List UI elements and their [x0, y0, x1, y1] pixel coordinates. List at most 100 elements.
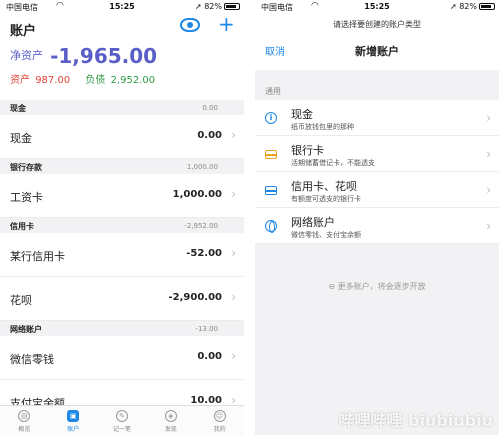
page-title: 账户: [10, 24, 37, 39]
hint-text: 请选择要创建的账户类型: [333, 20, 421, 29]
battery-icon: [479, 3, 495, 10]
compass-icon: ◈: [164, 410, 177, 422]
group-name: 现金: [10, 104, 26, 113]
globe-icon: [265, 220, 277, 233]
location-icon: ➚: [194, 2, 202, 11]
type-item-online[interactable]: 网络账户 微信零钱、支付宝余额 ›: [255, 208, 499, 244]
chevron-right-icon: ›: [231, 246, 236, 260]
accounts-screen: 中国电信 ◠ 15:25 ➚ 82% 账户 + 净资产 -1,965.00 资产…: [0, 0, 244, 435]
chevron-right-icon: ›: [231, 128, 236, 142]
group-name: 网络账户: [10, 325, 42, 334]
tab-label: 我的: [213, 426, 226, 433]
type-item-bank-card[interactable]: 银行卡 活期储蓄借记卡，不能透支 ›: [255, 136, 499, 172]
liability-label: 负债: [85, 75, 106, 86]
new-account-screen: 中国电信 ◠ 15:25 ➚ 82% 请选择要创建的账户类型 取消 新增账户 通…: [255, 0, 499, 435]
chevron-right-icon: ›: [231, 290, 236, 304]
credit-card-icon: [265, 186, 277, 195]
type-item-credit[interactable]: 信用卡、花呗 有额度可透支的银行卡 ›: [255, 172, 499, 208]
battery-percent: 82%: [204, 2, 222, 11]
account-name: 工资卡: [10, 191, 43, 204]
type-desc: 微信零钱、支付宝余额: [291, 231, 361, 239]
bank-card-icon: [265, 150, 277, 159]
account-type-list: i 现金 纸币放钱包里的那种 › 银行卡 活期储蓄借记卡，不能透支 › 信用卡、…: [255, 100, 499, 244]
more-accounts-note: ⊖ 更多账户，将会逐步开放: [255, 281, 499, 292]
info-icon: i: [265, 112, 277, 124]
group-header-cash: 现金 0.00: [0, 100, 244, 115]
account-name: 花呗: [10, 294, 32, 307]
tab-record[interactable]: ✎ 记一笔: [98, 406, 147, 435]
pen-icon: ✎: [115, 410, 128, 422]
watermark: 哔哩哔哩 biubiubiu: [338, 411, 493, 430]
user-icon: ☺: [213, 410, 226, 422]
battery-icon: [224, 3, 240, 10]
type-desc: 纸币放钱包里的那种: [291, 123, 354, 131]
group-name: 信用卡: [10, 222, 34, 231]
chevron-right-icon: ›: [486, 183, 491, 197]
account-amount: 0.00: [197, 351, 222, 362]
tab-overview[interactable]: ▤ 概览: [0, 406, 49, 435]
net-worth-value: -1,965.00: [50, 44, 158, 68]
battery-indicator: ➚ 82%: [450, 2, 495, 11]
asset-label: 资产: [10, 75, 30, 86]
tab-label: 发现: [164, 426, 177, 433]
group-header-bank: 银行存款 1,000.00: [0, 159, 244, 174]
tab-label: 概览: [18, 426, 31, 433]
type-title: 网络账户: [291, 216, 335, 229]
chevron-right-icon: ›: [231, 187, 236, 201]
account-name: 微信零钱: [10, 353, 54, 366]
account-amount: 1,000.00: [172, 189, 222, 200]
add-account-button[interactable]: +: [218, 14, 235, 34]
tab-label: 账户: [67, 426, 80, 433]
group-name: 银行存款: [10, 163, 42, 172]
chevron-right-icon: ›: [486, 111, 491, 125]
chevron-right-icon: ›: [486, 219, 491, 233]
net-worth: 净资产 -1,965.00: [10, 44, 157, 68]
tab-me[interactable]: ☺ 我的: [195, 406, 244, 435]
account-amount: -52.00: [186, 248, 222, 259]
type-desc: 有额度可透支的银行卡: [291, 195, 361, 203]
tab-bar: ▤ 概览 ▣ 账户 ✎ 记一笔 ◈ 发现 ☺ 我的: [0, 405, 244, 435]
battery-percent: 82%: [459, 2, 477, 11]
account-row-credit-card[interactable]: 某行信用卡 -52.00 ›: [0, 233, 244, 277]
asset-liability-summary: 资产 987.00 负债 2,952.00: [10, 71, 155, 86]
eye-icon[interactable]: [180, 18, 200, 32]
type-item-cash[interactable]: i 现金 纸币放钱包里的那种 ›: [255, 100, 499, 136]
more-accounts-text: 更多账户，将会逐步开放: [337, 282, 426, 291]
group-header-credit: 信用卡 -2,952.00: [0, 218, 244, 233]
tab-accounts[interactable]: ▣ 账户: [49, 406, 98, 435]
status-bar: 中国电信 ◠ 15:25 ➚ 82%: [0, 0, 244, 14]
type-title: 现金: [291, 108, 313, 121]
account-row-huabei[interactable]: 花呗 -2,900.00 ›: [0, 277, 244, 321]
type-desc: 活期储蓄借记卡，不能透支: [291, 159, 375, 167]
overview-icon: ▤: [18, 410, 31, 422]
account-amount: -2,900.00: [168, 292, 223, 303]
group-total: 0.00: [202, 104, 218, 112]
tab-label: 记一笔: [112, 426, 131, 433]
type-title: 信用卡、花呗: [291, 180, 357, 193]
tab-discover[interactable]: ◈ 发现: [146, 406, 195, 435]
battery-indicator: ➚ 82%: [195, 2, 240, 11]
asset-value: 987.00: [35, 75, 71, 86]
chevron-right-icon: ›: [486, 147, 491, 161]
account-list: 现金 0.00 现金 0.00 › 银行存款 1,000.00 工资卡 1,00…: [0, 100, 244, 424]
account-name: 某行信用卡: [10, 250, 65, 263]
account-name: 现金: [10, 132, 32, 145]
status-bar: 中国电信 ◠ 15:25 ➚ 82%: [255, 0, 499, 14]
chevron-right-icon: ›: [231, 349, 236, 363]
account-row-salary-card[interactable]: 工资卡 1,000.00 ›: [0, 174, 244, 218]
page-title: 新增账户: [355, 45, 399, 58]
net-worth-label: 净资产: [10, 49, 43, 62]
section-label: 通用: [265, 87, 281, 96]
group-total: -2,952.00: [184, 222, 218, 230]
account-amount: 0.00: [197, 130, 222, 141]
more-info-icon: ⊖: [328, 282, 336, 291]
wallet-icon: ▣: [67, 410, 80, 422]
location-icon: ➚: [449, 2, 457, 11]
account-row-wechat[interactable]: 微信零钱 0.00 ›: [0, 336, 244, 380]
group-total: -13.00: [195, 325, 218, 333]
liability-value: 2,952.00: [110, 75, 156, 86]
type-title: 银行卡: [291, 144, 324, 157]
account-row-cash[interactable]: 现金 0.00 ›: [0, 115, 244, 159]
screenshot-divider: [244, 0, 255, 435]
group-total: 1,000.00: [186, 163, 218, 171]
